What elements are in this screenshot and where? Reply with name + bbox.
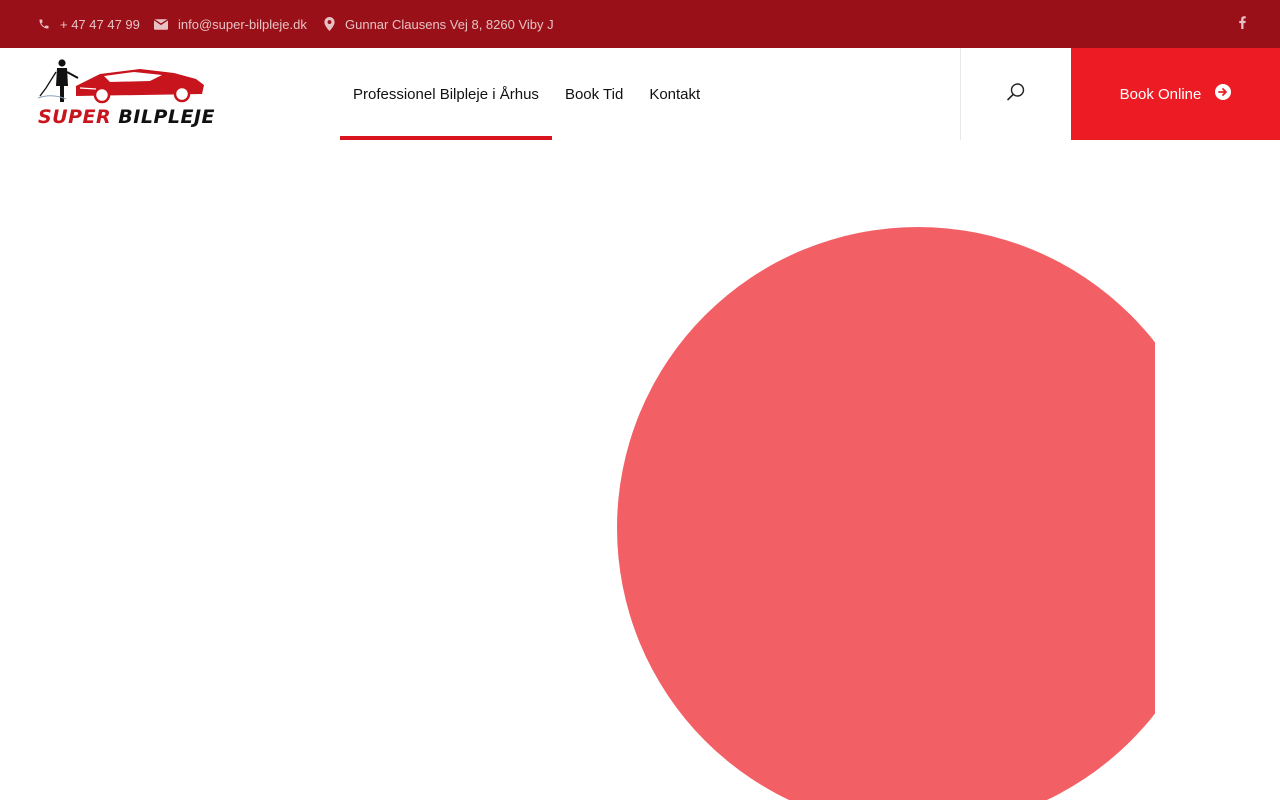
logo-car-graphic bbox=[37, 59, 204, 104]
envelope-icon bbox=[154, 18, 168, 30]
topbar-email-text: info@super-bilpleje.dk bbox=[178, 16, 307, 32]
main-header: SUPER BILPLEJE Professionel Bilpleje i Å… bbox=[0, 48, 1280, 140]
site-logo[interactable]: SUPER BILPLEJE bbox=[36, 58, 215, 130]
topbar-email[interactable]: info@super-bilpleje.dk bbox=[154, 0, 307, 48]
book-online-button[interactable]: Book Online bbox=[1071, 48, 1280, 140]
topbar-phone[interactable]: + 47 47 47 99 bbox=[38, 0, 140, 48]
facebook-icon bbox=[1239, 16, 1246, 32]
hero-section bbox=[0, 140, 1280, 800]
phone-icon bbox=[38, 18, 50, 30]
hero-graphic bbox=[600, 140, 1155, 800]
search-button[interactable] bbox=[961, 48, 1071, 140]
topbar-address-text: Gunnar Clausens Vej 8, 8260 Viby J bbox=[345, 16, 554, 32]
top-info-bar: + 47 47 47 99 info@super-bilpleje.dk Gun… bbox=[0, 0, 1280, 48]
nav-item-professionel-bilpleje[interactable]: Professionel Bilpleje i Århus bbox=[340, 48, 552, 140]
arrow-circle-right-icon bbox=[1215, 84, 1232, 104]
topbar-phone-text: + 47 47 47 99 bbox=[60, 16, 140, 32]
hero-circle-shape bbox=[617, 227, 1155, 800]
search-icon bbox=[1006, 82, 1026, 107]
book-online-label: Book Online bbox=[1119, 85, 1202, 103]
logo-wordmark: SUPER BILPLEJE bbox=[38, 106, 215, 128]
facebook-link[interactable] bbox=[1239, 0, 1246, 48]
nav-item-kontakt[interactable]: Kontakt bbox=[636, 48, 713, 140]
nav-item-book-tid[interactable]: Book Tid bbox=[552, 48, 636, 140]
logo-word-super: SUPER bbox=[38, 106, 112, 128]
topbar-address: Gunnar Clausens Vej 8, 8260 Viby J bbox=[324, 0, 554, 48]
main-navigation: Professionel Bilpleje i Århus Book Tid K… bbox=[340, 48, 713, 140]
map-pin-icon bbox=[324, 17, 335, 31]
logo-word-bilpleje: BILPLEJE bbox=[118, 106, 215, 128]
